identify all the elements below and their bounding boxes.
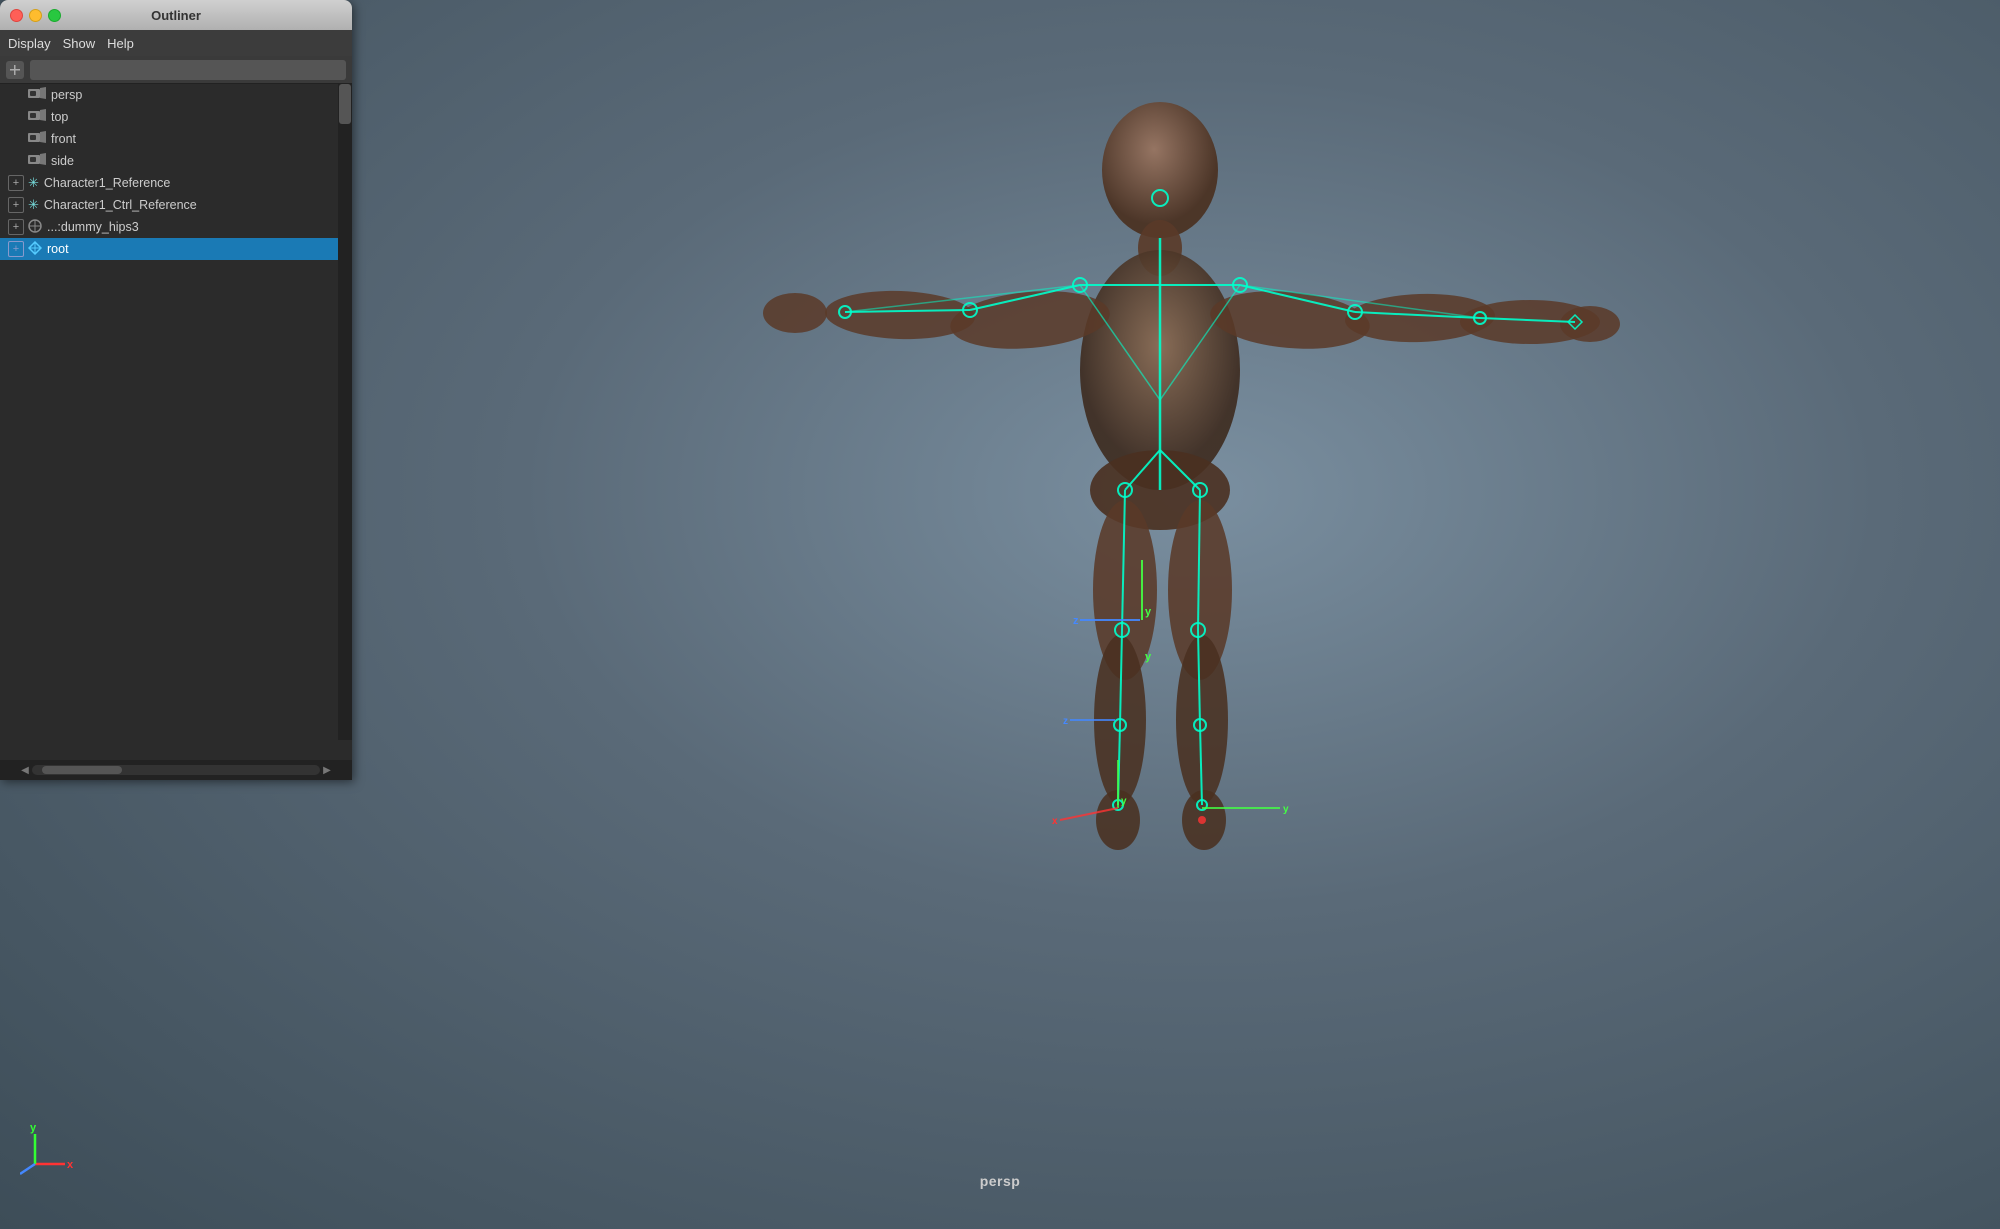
outliner-panel: Outliner Display Show Help [0, 0, 352, 780]
camera-icon-front [28, 131, 46, 147]
svg-text:y: y [30, 1122, 37, 1134]
item-label-dummy-hips3: ...:dummy_hips3 [47, 220, 139, 234]
expand-char1-ref[interactable]: + [8, 175, 24, 191]
camera-icon [28, 87, 46, 103]
window-title: Outliner [151, 8, 201, 23]
svg-text:y: y [1121, 796, 1127, 807]
item-label-side: side [51, 154, 74, 168]
svg-text:x: x [1052, 816, 1058, 827]
svg-text:x: x [67, 1159, 74, 1171]
title-bar: Outliner [0, 0, 352, 30]
vertical-scrollbar[interactable] [338, 84, 352, 740]
menu-bar: Display Show Help [0, 30, 352, 56]
svg-text:z: z [1063, 716, 1068, 727]
item-label-front: front [51, 132, 76, 146]
scroll-left-arrow[interactable]: ◀ [18, 763, 32, 777]
svg-text:y: y [1145, 606, 1152, 618]
expand-root[interactable]: + [8, 241, 24, 257]
outliner-item-front[interactable]: front [0, 128, 338, 150]
outliner-item-char1-ref[interactable]: + ✳ Character1_Reference [0, 172, 338, 194]
axis-gizmo: x y [20, 1119, 80, 1179]
h-scroll-thumb[interactable] [42, 766, 122, 774]
item-label-top: top [51, 110, 68, 124]
outliner-list-container: persp top [0, 84, 352, 760]
h-scroll-track[interactable] [32, 765, 320, 775]
menu-display[interactable]: Display [8, 36, 51, 51]
menu-help[interactable]: Help [107, 36, 134, 51]
outliner-item-persp[interactable]: persp [0, 84, 338, 106]
outliner-item-top[interactable]: top [0, 106, 338, 128]
outliner-item-root[interactable]: + root [0, 238, 338, 260]
item-label-root: root [47, 242, 69, 256]
expand-dummy-hips3[interactable]: + [8, 219, 24, 235]
outliner-item-char1-ctrl-ref[interactable]: + ✳ Character1_Ctrl_Reference [0, 194, 338, 216]
outliner-item-dummy-hips3[interactable]: + ...:dummy_hips3 [0, 216, 338, 238]
reference-icon-1: ✳ [28, 175, 39, 191]
reference-icon-2: ✳ [28, 197, 39, 213]
svg-text:z: z [1073, 615, 1079, 627]
item-label-persp: persp [51, 88, 82, 102]
root-icon [28, 241, 42, 258]
outliner-list: persp top [0, 84, 352, 260]
camera-icon-top [28, 109, 46, 125]
camera-icon-side [28, 153, 46, 169]
svg-text:y: y [1145, 651, 1152, 663]
search-input[interactable] [30, 60, 346, 80]
scroll-right-arrow[interactable]: ▶ [320, 763, 334, 777]
close-button[interactable] [10, 9, 23, 22]
search-icon [6, 61, 24, 79]
item-label-char1-ctrl-ref: Character1_Ctrl_Reference [44, 198, 197, 212]
horizontal-scrollbar-container: ◀ ▶ [0, 760, 352, 780]
character-viewport[interactable]: z y y z y x y [380, 60, 1940, 1160]
viewport-label: persp [980, 1173, 1021, 1189]
dummy-icon [28, 219, 42, 236]
svg-text:y: y [1283, 804, 1289, 815]
menu-show[interactable]: Show [63, 36, 96, 51]
maximize-button[interactable] [48, 9, 61, 22]
expand-char1-ctrl-ref[interactable]: + [8, 197, 24, 213]
search-bar [0, 56, 352, 84]
scrollbar-thumb[interactable] [339, 84, 351, 124]
item-label-char1-ref: Character1_Reference [44, 176, 170, 190]
traffic-lights [10, 9, 61, 22]
outliner-item-side[interactable]: side [0, 150, 338, 172]
minimize-button[interactable] [29, 9, 42, 22]
